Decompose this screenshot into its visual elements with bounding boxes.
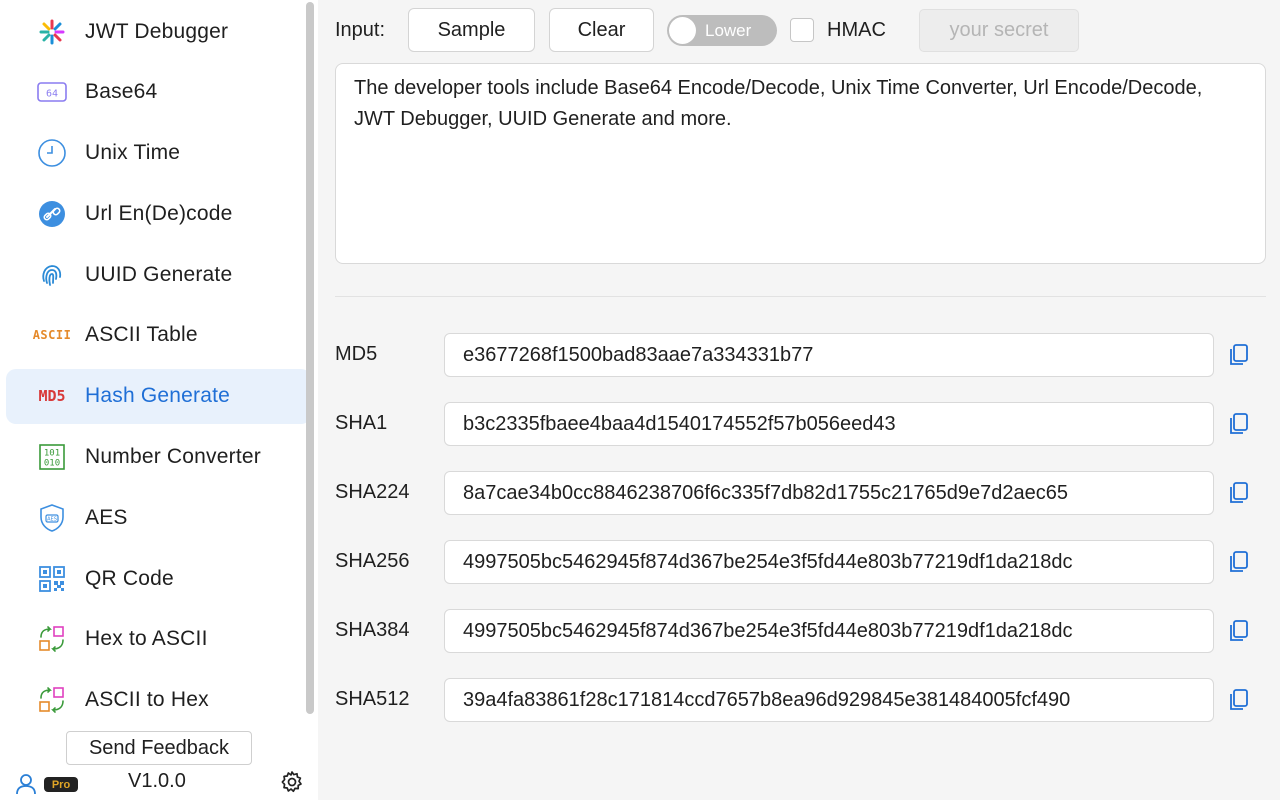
sample-button[interactable]: Sample: [408, 8, 535, 52]
hash-row-md5: MD5 e3677268f1500bad83aae7a334331b77: [335, 333, 1265, 377]
sidebar-item-hex-to-ascii[interactable]: Hex to ASCII: [6, 612, 311, 667]
sidebar-item-label: JWT Debugger: [85, 19, 229, 43]
hash-row-sha1: SHA1 b3c2335fbaee4baa4d1540174552f57b056…: [335, 402, 1265, 446]
sidebar-item-unix-time[interactable]: Unix Time: [6, 126, 311, 181]
hash-row-sha224: SHA224 8a7cae34b0cc8846238706f6c335f7db8…: [335, 471, 1265, 515]
version-label: V1.0.0: [128, 770, 186, 792]
base64-icon: 64: [36, 78, 68, 106]
copy-icon[interactable]: [1228, 343, 1250, 367]
copy-icon[interactable]: [1228, 412, 1250, 436]
hash-label: SHA512: [335, 688, 410, 710]
hash-label: SHA1: [335, 412, 388, 434]
pro-badge[interactable]: Pro: [44, 777, 78, 792]
jwt-icon: [36, 18, 68, 46]
sidebar-footer: Pro V1.0.0: [0, 766, 318, 800]
sidebar-item-qr-code[interactable]: QR Code: [6, 551, 311, 606]
sidebar-item-jwt-debugger[interactable]: JWT Debugger: [6, 4, 311, 59]
svg-text:101: 101: [44, 449, 60, 459]
sidebar-item-label: Url En(De)code: [85, 201, 233, 225]
ascii-icon: ASCII: [33, 321, 71, 349]
hash-row-sha512: SHA512 39a4fa83861f28c171814ccd7657b8ea9…: [335, 678, 1265, 722]
secret-input[interactable]: your secret: [919, 9, 1079, 52]
shield-icon: AES: [36, 504, 68, 532]
copy-icon[interactable]: [1228, 550, 1250, 574]
svg-text:010: 010: [44, 459, 60, 469]
sidebar-item-label: ASCII to Hex: [85, 688, 209, 712]
link-icon: [36, 200, 68, 228]
copy-icon[interactable]: [1228, 688, 1250, 712]
hash-label: SHA256: [335, 550, 410, 572]
sidebar-item-base64[interactable]: 64 Base64: [6, 65, 311, 120]
sidebar-item-ascii-table[interactable]: ASCII ASCII Table: [6, 308, 311, 363]
hash-value-field[interactable]: 8a7cae34b0cc8846238706f6c335f7db82d1755c…: [444, 471, 1214, 515]
hash-label: MD5: [335, 343, 378, 365]
sidebar-item-hash-generate[interactable]: MD5 Hash Generate: [6, 368, 311, 424]
clock-icon: [36, 139, 68, 167]
input-label: Input:: [335, 19, 386, 41]
hmac-checkbox[interactable]: [790, 18, 814, 42]
sidebar-nav: JWT Debugger 64 Base64 Unix Time Url En(…: [6, 0, 311, 734]
gear-icon[interactable]: [280, 770, 304, 794]
base64-icon-text: 64: [46, 89, 58, 100]
sidebar-item-label: Base64: [85, 80, 158, 104]
copy-icon[interactable]: [1228, 481, 1250, 505]
case-toggle-label: Lower: [705, 21, 752, 40]
hash-value-field[interactable]: e3677268f1500bad83aae7a334331b77: [444, 333, 1214, 377]
hmac-label: HMAC: [827, 19, 886, 41]
sidebar-item-number-converter[interactable]: 101 010 Number Converter: [6, 430, 311, 485]
hash-value-field[interactable]: b3c2335fbaee4baa4d1540174552f57b056eed43: [444, 402, 1214, 446]
ascii-icon-text: ASCII: [32, 328, 72, 343]
main-panel: Input: Sample Clear Lower HMAC your secr…: [318, 0, 1280, 800]
sidebar-item-label: Hash Generate: [85, 384, 231, 408]
aes-icon-text: AES: [47, 516, 57, 522]
input-textarea[interactable]: The developer tools include Base64 Encod…: [335, 63, 1266, 264]
sidebar-item-label: AES: [85, 505, 128, 529]
hash-row-sha256: SHA256 4997505bc5462945f874d367be254e3f5…: [335, 540, 1265, 584]
sidebar-item-ascii-to-hex[interactable]: ASCII to Hex: [6, 673, 311, 728]
hash-label: SHA384: [335, 619, 410, 641]
sidebar-item-uuid-generate[interactable]: UUID Generate: [6, 247, 311, 302]
convert-icon: [36, 686, 68, 714]
case-toggle[interactable]: Lower: [667, 15, 777, 46]
sidebar-item-label: ASCII Table: [85, 323, 198, 347]
qr-icon: [36, 565, 68, 593]
sidebar-item-aes[interactable]: AES AES: [6, 490, 311, 545]
hash-value-field[interactable]: 39a4fa83861f28c171814ccd7657b8ea96d92984…: [444, 678, 1214, 722]
sidebar-item-label: QR Code: [85, 566, 174, 590]
sidebar-item-label: UUID Generate: [85, 262, 233, 286]
hash-row-sha384: SHA384 4997505bc5462945f874d367be254e3f5…: [335, 609, 1265, 653]
fingerprint-icon: [36, 261, 68, 289]
sidebar-scrollbar[interactable]: [306, 2, 314, 714]
hash-label: SHA224: [335, 481, 410, 503]
sidebar: JWT Debugger 64 Base64 Unix Time Url En(…: [0, 0, 318, 800]
user-icon[interactable]: [15, 773, 37, 795]
md5-icon-text: MD5: [38, 387, 66, 406]
hash-value-field[interactable]: 4997505bc5462945f874d367be254e3f5fd44e80…: [444, 609, 1214, 653]
divider: [335, 296, 1266, 297]
send-feedback-button[interactable]: Send Feedback: [66, 731, 252, 765]
sidebar-item-label: Unix Time: [85, 141, 181, 165]
md5-icon: MD5: [36, 382, 68, 410]
sidebar-item-label: Number Converter: [85, 445, 261, 469]
sidebar-item-url-encode[interactable]: Url En(De)code: [6, 186, 311, 241]
toggle-knob: [669, 17, 696, 44]
hash-value-field[interactable]: 4997505bc5462945f874d367be254e3f5fd44e80…: [444, 540, 1214, 584]
convert-icon: [36, 625, 68, 653]
binary-icon: 101 010: [36, 443, 68, 471]
clear-button[interactable]: Clear: [549, 8, 654, 52]
copy-icon[interactable]: [1228, 619, 1250, 643]
sidebar-item-label: Hex to ASCII: [85, 627, 208, 651]
